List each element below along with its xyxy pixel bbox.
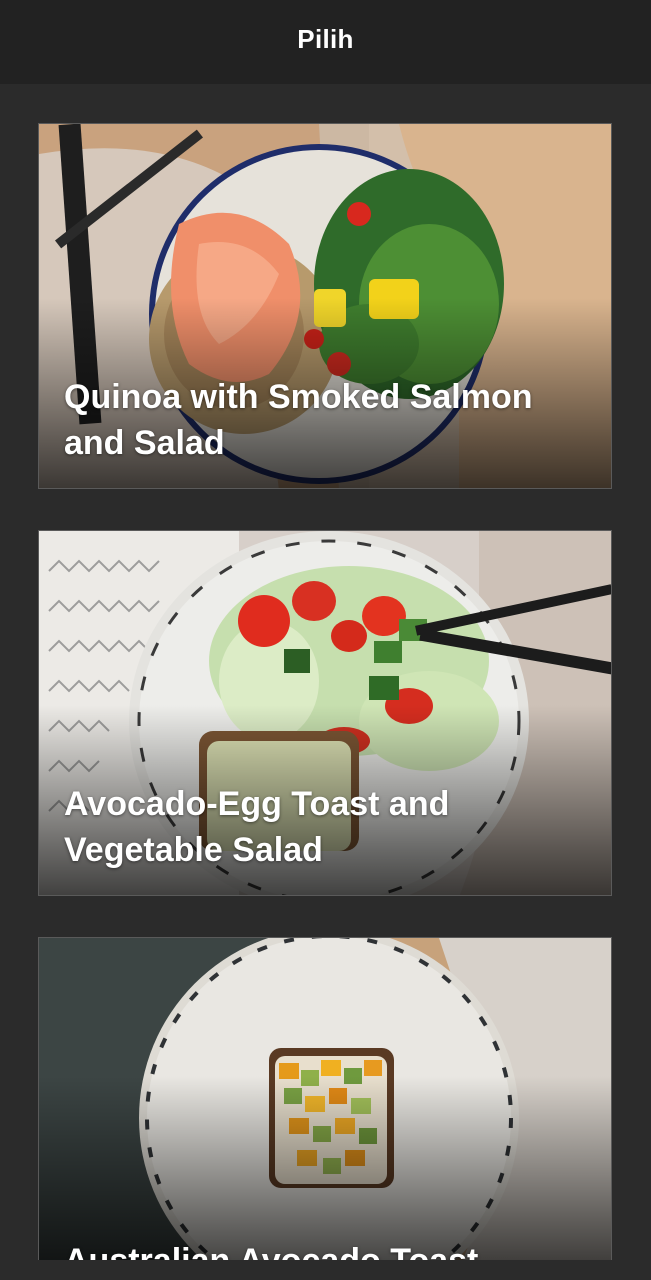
recipe-title: Quinoa with Smoked Salmon and Salad bbox=[64, 378, 533, 462]
recipe-title: Australian Avocado Toast bbox=[64, 1238, 581, 1260]
recipe-card[interactable]: Australian Avocado Toast bbox=[38, 937, 612, 1260]
page-title: Pilih bbox=[297, 23, 354, 54]
recipe-list[interactable]: Quinoa with Smoked Salmon and Salad Avoc… bbox=[0, 84, 651, 1260]
recipe-card[interactable]: Quinoa with Smoked Salmon and Salad bbox=[38, 123, 612, 489]
top-app-bar: Pilih bbox=[0, 0, 651, 84]
bottom-spacer bbox=[0, 1260, 651, 1280]
recipe-card[interactable]: Avocado-Egg Toast and Vegetable Salad bbox=[38, 530, 612, 896]
recipe-title: Avocado-Egg Toast and Vegetable Salad bbox=[64, 785, 450, 869]
title-gradient bbox=[39, 1076, 611, 1260]
